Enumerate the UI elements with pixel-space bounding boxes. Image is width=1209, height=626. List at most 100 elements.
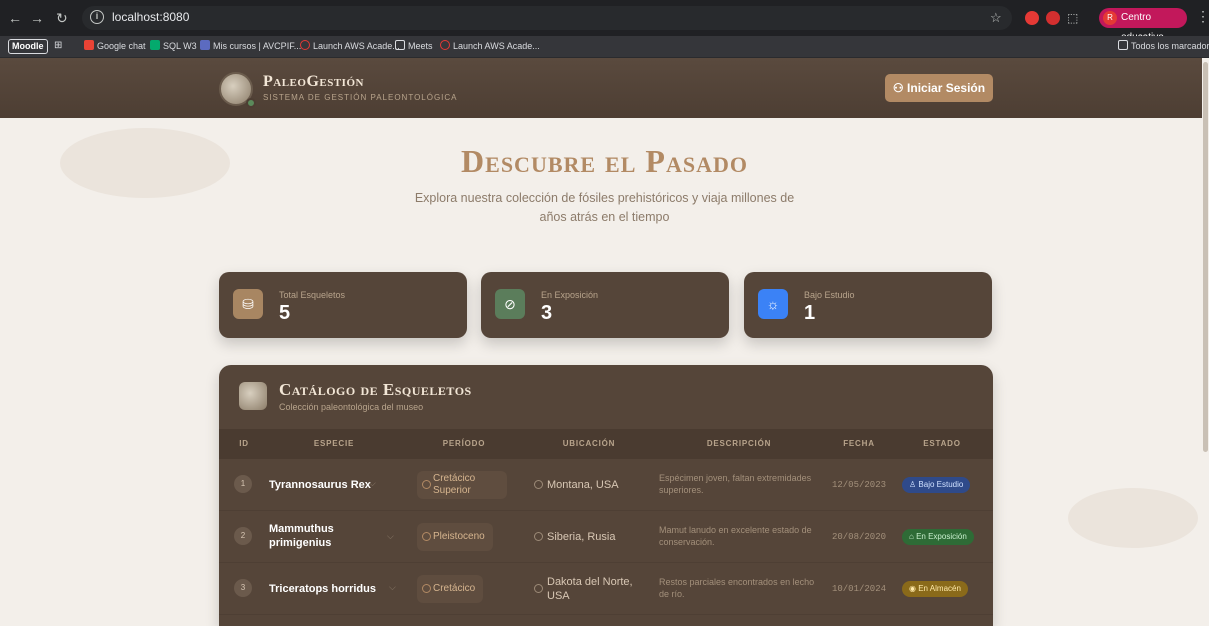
row-location: Montana, USA (534, 478, 644, 492)
site-info-icon[interactable]: i (90, 10, 104, 24)
column-header-species[interactable]: Especie (269, 439, 399, 448)
row-location: Siberia, Rusia (534, 530, 644, 544)
status-badge[interactable]: ♙ Bajo Estudio (902, 477, 971, 493)
bookmark-all[interactable]: Todos los marcadores (1118, 40, 1209, 51)
clock-icon (422, 584, 431, 593)
reload-icon[interactable]: ↻ (56, 9, 68, 27)
catalog-title: Catálogo de Esqueletos (279, 380, 472, 399)
status-icon: ♙ (909, 480, 917, 489)
extension-icon[interactable] (1046, 11, 1060, 25)
stat-value: 5 (279, 302, 291, 324)
bookmark-sql-w3[interactable]: SQL W3 (150, 40, 197, 51)
bookmark-meets[interactable]: Meets (395, 40, 433, 51)
profile-button[interactable]: R Centro educativo (1099, 8, 1187, 43)
user-icon: ⚇ (892, 81, 904, 95)
table-header: ID Especie Período Ubicación Descripción… (219, 429, 993, 459)
lightbulb-icon: ☼ (758, 289, 788, 319)
address-url: localhost:8080 (112, 10, 190, 24)
back-icon[interactable]: ← (8, 9, 22, 27)
stat-card-exhibition: ⊘ En Exposición 3 (481, 272, 729, 338)
apps-grid-icon[interactable]: ⊞ (54, 40, 62, 51)
decorative-cloud (1068, 488, 1198, 548)
chevron-down-icon[interactable]: ⌵ (387, 531, 394, 542)
row-description: Restos parciales encontrados en lecho de… (659, 577, 815, 599)
status-dot (246, 98, 256, 108)
status-badge[interactable]: ◉ En Almacén (902, 581, 968, 597)
row-date: 20/08/2020 (831, 532, 886, 542)
chevron-down-icon[interactable]: ⌵ (369, 478, 376, 489)
star-icon[interactable]: ☆ (990, 9, 1002, 27)
period-pill: Cretácico Superior (417, 471, 507, 499)
row-id: 1 (234, 475, 252, 493)
stat-label: Bajo Estudio (804, 290, 855, 300)
table-row[interactable]: 3 Triceratops horridus ⌵ Cretácico Dakot… (219, 563, 993, 615)
courses-icon (200, 40, 210, 50)
stat-card-total: ⛁ Total Esqueletos 5 (219, 272, 467, 338)
bookmark-launch-aws-2[interactable]: Launch AWS Acade... (440, 40, 540, 51)
skull-icon (239, 382, 267, 410)
folder-icon (1118, 40, 1128, 50)
location-pin-icon (534, 532, 543, 541)
login-button[interactable]: ⚇ Iniciar Sesión (885, 74, 993, 102)
row-date: 12/05/2023 (831, 480, 886, 490)
row-species: Mammuthus primigenius (269, 523, 334, 549)
clock-icon (422, 480, 431, 489)
location-pin-icon (534, 480, 543, 489)
column-header-description[interactable]: Descripción (659, 439, 819, 448)
aws-icon (300, 40, 310, 50)
row-description: Mamut lanudo en excelente estado de cons… (659, 525, 812, 547)
check-circle-icon: ⊘ (495, 289, 525, 319)
folder-icon (395, 40, 405, 50)
extensions-puzzle-icon[interactable]: ⬚ (1067, 9, 1078, 27)
bookmarks-bar: Moodle ⊞ Google chat SQL W3 Mis cursos |… (0, 36, 1209, 58)
hero-subtitle: Explora nuestra colección de fósiles pre… (414, 191, 795, 224)
row-id: 3 (234, 579, 252, 597)
status-badge[interactable]: ⌂ En Exposición (902, 529, 974, 545)
app-header: PaleoGestión Sistema de Gestión Paleonto… (0, 58, 1209, 118)
column-header-location[interactable]: Ubicación (534, 439, 644, 448)
stat-label: En Exposición (541, 290, 599, 300)
address-bar[interactable]: i localhost:8080 (82, 6, 1012, 30)
chevron-down-icon[interactable]: ⌵ (389, 582, 396, 593)
box-icon: ⛁ (233, 289, 263, 319)
column-header-status[interactable]: Estado (902, 439, 982, 448)
bookmark-mis-cursos[interactable]: Mis cursos | AVCPIF... (200, 40, 301, 51)
brand-subtitle: Sistema de Gestión Paleontológica (263, 93, 458, 102)
row-id: 2 (234, 527, 252, 545)
hero-title: Descubre el Pasado (461, 143, 748, 179)
table-row[interactable]: 2 Mammuthus primigenius ⌵ Pleistoceno Si… (219, 511, 993, 563)
stat-value: 1 (804, 302, 816, 324)
location-pin-icon (534, 584, 543, 593)
row-species: Tyrannosaurus Rex (269, 479, 371, 491)
row-species: Triceratops horridus (269, 583, 376, 595)
profile-avatar: R (1103, 11, 1117, 25)
bookmark-launch-aws-1[interactable]: Launch AWS Acade... (300, 40, 400, 51)
row-location: Dakota del Norte, USA (534, 575, 644, 603)
brand-title: PaleoGestión (263, 73, 364, 90)
period-pill: Cretácico (417, 575, 484, 603)
w3-icon (150, 40, 160, 50)
aws-icon (440, 40, 450, 50)
browser-toolbar: ← → ↻ i localhost:8080 ☆ ⬚ R Centro educ… (0, 0, 1209, 43)
extension-icon[interactable] (1025, 11, 1039, 25)
bookmark-google-chat[interactable]: Google chat (84, 40, 146, 51)
table-row[interactable]: 1 Tyrannosaurus Rex ⌵ Cretácico Superior… (219, 459, 993, 511)
row-description: Espécimen joven, faltan extremidades sup… (659, 473, 812, 495)
stat-value: 3 (541, 302, 553, 324)
page-scrollbar-thumb[interactable] (1203, 62, 1208, 452)
clock-icon (422, 532, 431, 541)
catalog-subtitle: Colección paleontológica del museo (279, 402, 424, 412)
forward-icon[interactable]: → (30, 9, 44, 27)
login-label: Iniciar Sesión (907, 81, 986, 95)
period-pill: Pleistoceno (417, 523, 493, 551)
column-header-period[interactable]: Período (414, 439, 514, 448)
browser-menu-icon[interactable]: ⋮ (1196, 8, 1209, 25)
gmail-icon (84, 40, 94, 50)
status-icon: ⌂ (909, 532, 914, 541)
stat-label: Total Esqueletos (279, 290, 346, 300)
bookmark-moodle[interactable]: Moodle (8, 39, 48, 54)
column-header-id[interactable]: ID (229, 439, 259, 448)
catalog-panel: Catálogo de Esqueletos Colección paleont… (219, 365, 993, 626)
status-icon: ◉ (909, 584, 916, 593)
column-header-date[interactable]: Fecha (824, 439, 894, 448)
